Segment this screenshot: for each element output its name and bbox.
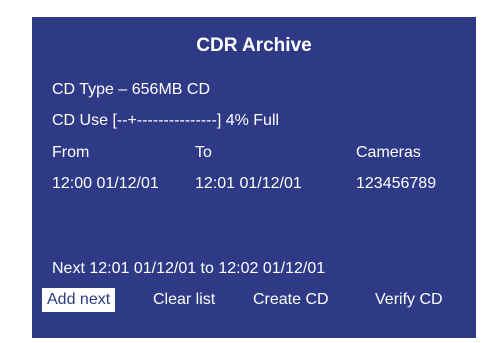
header-cameras: Cameras — [356, 144, 421, 161]
verify-cd-button[interactable]: Verify CD — [375, 288, 443, 312]
header-from: From — [52, 144, 90, 161]
cdr-archive-screen: CDR Archive CD Type – 656MB CD CD Use [-… — [32, 17, 476, 338]
create-cd-button[interactable]: Create CD — [253, 288, 329, 312]
add-next-button[interactable]: Add next — [42, 288, 116, 312]
row-cameras: 123456789 — [356, 175, 437, 192]
row-from: 12:00 01/12/01 — [52, 175, 159, 192]
header-to: To — [195, 144, 212, 161]
next-range-text: Next 12:01 01/12/01 to 12:02 01/12/01 — [52, 260, 326, 277]
row-to: 12:01 01/12/01 — [195, 175, 302, 192]
cd-type-text: CD Type – 656MB CD — [52, 81, 210, 98]
screen-title: CDR Archive — [196, 35, 312, 56]
cd-use-text: CD Use [--+---------------] 4% Full — [52, 112, 280, 129]
clear-list-button[interactable]: Clear list — [153, 288, 215, 312]
